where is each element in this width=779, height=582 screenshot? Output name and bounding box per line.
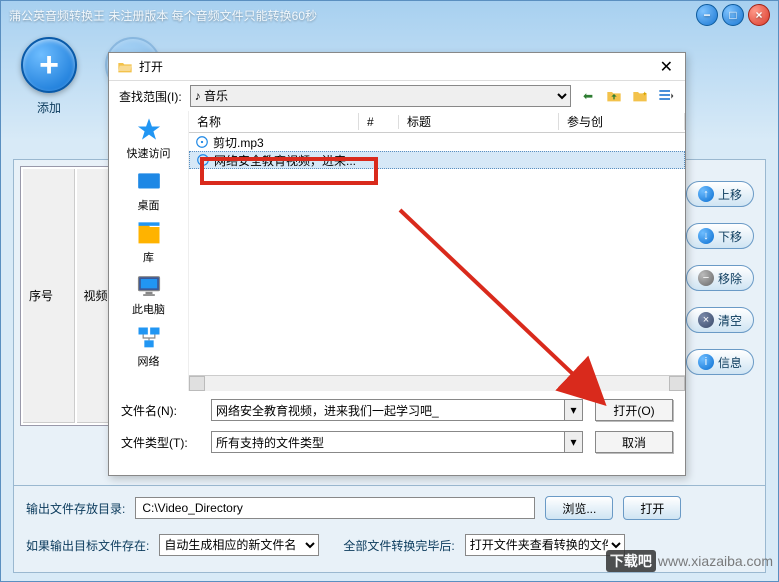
- up-folder-icon[interactable]: [605, 87, 623, 105]
- side-buttons: ↑上移 ↓下移 −移除 ×清空 i信息: [686, 181, 754, 375]
- dialog-footer: 文件名(N): 网络安全教育视频，进来我们一起学习吧_ ▾ 打开(O) 文件类型…: [109, 391, 685, 471]
- scroll-track[interactable]: [205, 376, 669, 391]
- list-item[interactable]: 剪切.mp3: [189, 133, 685, 151]
- titlebar: 蒲公英音频转换王 未注册版本 每个音频文件只能转换60秒 − □ ×: [1, 1, 778, 29]
- lookin-row: 查找范围(I): ♪ 音乐 ⬅ ✦: [109, 81, 685, 111]
- col-credits[interactable]: 参与创: [559, 113, 685, 130]
- arrow-down-icon: ↓: [698, 228, 714, 244]
- x-icon: ×: [698, 312, 714, 328]
- open-file-dialog: 打开 ✕ 查找范围(I): ♪ 音乐 ⬅ ✦ 快速访问 桌面 库 此: [108, 52, 686, 476]
- file-rows: 剪切.mp3 网络安全教育视频，进来...: [189, 133, 685, 169]
- arrow-up-icon: ↑: [698, 186, 714, 202]
- move-down-button[interactable]: ↓下移: [686, 223, 754, 249]
- view-menu-icon[interactable]: [657, 87, 675, 105]
- open-button[interactable]: 打开(O): [595, 399, 673, 421]
- library-icon: [131, 219, 167, 249]
- list-item[interactable]: 网络安全教育视频，进来...: [189, 151, 685, 169]
- col-index[interactable]: 序号: [23, 169, 75, 423]
- open-output-button[interactable]: 打开: [623, 496, 681, 520]
- filename-combo[interactable]: 网络安全教育视频，进来我们一起学习吧_ ▾: [211, 399, 583, 421]
- col-title[interactable]: 标题: [399, 113, 559, 130]
- audio-file-icon: [195, 135, 209, 149]
- minus-icon: −: [698, 270, 714, 286]
- col-name[interactable]: 名称: [189, 113, 359, 130]
- filename-label: 文件名(N):: [121, 402, 199, 419]
- info-icon: i: [698, 354, 714, 370]
- scroll-left-icon[interactable]: [189, 376, 205, 391]
- new-folder-icon[interactable]: ✦: [631, 87, 649, 105]
- scroll-right-icon[interactable]: [669, 376, 685, 391]
- dialog-body: 快速访问 桌面 库 此电脑 网络 名称 # 标题: [109, 111, 685, 391]
- output-path-input[interactable]: [135, 497, 535, 519]
- audio-file-icon: [196, 153, 210, 167]
- plus-icon: +: [21, 37, 77, 93]
- star-icon: [131, 115, 167, 145]
- after-select[interactable]: 打开文件夹查看转换的文件: [465, 534, 625, 556]
- cancel-button[interactable]: 取消: [595, 431, 673, 453]
- places-bar: 快速访问 桌面 库 此电脑 网络: [109, 111, 189, 391]
- dialog-title: 打开: [139, 58, 656, 75]
- info-button[interactable]: i信息: [686, 349, 754, 375]
- file-list-header: 名称 # 标题 参与创: [189, 111, 685, 133]
- filetype-combo[interactable]: 所有支持的文件类型 ▾: [211, 431, 583, 453]
- filetype-label: 文件类型(T):: [121, 434, 199, 451]
- file-list: 名称 # 标题 参与创 剪切.mp3 网络安全教育视频，进来...: [189, 111, 685, 391]
- output-label: 输出文件存放目录:: [26, 500, 125, 517]
- col-num[interactable]: #: [359, 115, 399, 129]
- clear-button[interactable]: ×清空: [686, 307, 754, 333]
- app-title: 蒲公英音频转换王 未注册版本 每个音频文件只能转换60秒: [9, 7, 692, 24]
- dialog-titlebar: 打开 ✕: [109, 53, 685, 81]
- chevron-down-icon[interactable]: ▾: [564, 432, 582, 452]
- lookin-label: 查找范围(I):: [119, 88, 182, 105]
- move-up-button[interactable]: ↑上移: [686, 181, 754, 207]
- watermark: 下载吧www.xiazaiba.com: [606, 550, 773, 572]
- place-desktop[interactable]: 桌面: [131, 167, 167, 213]
- place-thispc[interactable]: 此电脑: [131, 271, 167, 317]
- network-icon: [131, 323, 167, 353]
- minimize-button[interactable]: −: [696, 4, 718, 26]
- maximize-button[interactable]: □: [722, 4, 744, 26]
- svg-text:✦: ✦: [642, 90, 648, 98]
- add-button[interactable]: + 添加: [21, 37, 77, 116]
- exists-select[interactable]: 自动生成相应的新文件名: [159, 534, 319, 556]
- lookin-select[interactable]: ♪ 音乐: [190, 85, 571, 107]
- folder-open-icon: [117, 59, 133, 75]
- place-network[interactable]: 网络: [131, 323, 167, 369]
- place-library[interactable]: 库: [131, 219, 167, 265]
- place-quickaccess[interactable]: 快速访问: [127, 115, 171, 161]
- remove-button[interactable]: −移除: [686, 265, 754, 291]
- monitor-icon: [131, 271, 167, 301]
- exists-label: 如果输出目标文件存在:: [26, 537, 149, 554]
- horizontal-scrollbar[interactable]: [189, 375, 685, 391]
- back-icon[interactable]: ⬅: [579, 87, 597, 105]
- browse-button[interactable]: 浏览...: [545, 496, 613, 520]
- dialog-close-button[interactable]: ✕: [656, 57, 677, 77]
- close-button[interactable]: ×: [748, 4, 770, 26]
- desktop-icon: [131, 167, 167, 197]
- chevron-down-icon[interactable]: ▾: [564, 400, 582, 420]
- add-label: 添加: [37, 99, 61, 116]
- after-label: 全部文件转换完毕后:: [343, 537, 454, 554]
